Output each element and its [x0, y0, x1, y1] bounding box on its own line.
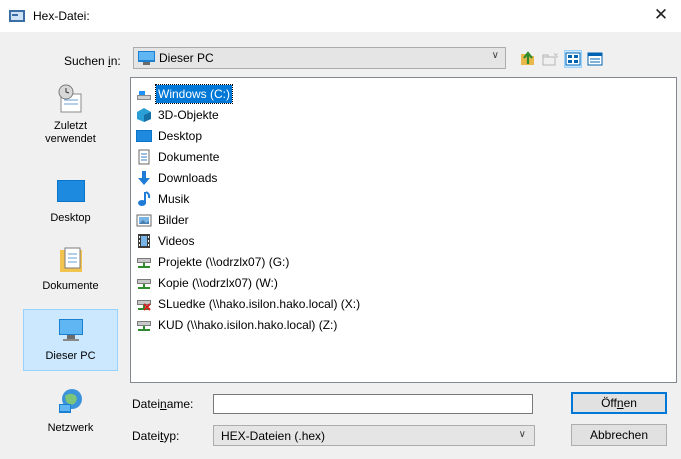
- network-icon: [58, 389, 82, 413]
- up-folder-icon[interactable]: [519, 50, 537, 68]
- lookin-label: Suchen in:: [64, 54, 121, 68]
- filename-label: Dateiname:: [132, 397, 194, 411]
- window-title: Hex-Datei:: [33, 9, 90, 23]
- pictures-icon: [136, 214, 152, 227]
- lookin-combo[interactable]: Dieser PC ∨: [133, 47, 506, 69]
- app-icon: [9, 10, 25, 22]
- place-desktop[interactable]: Desktop: [23, 176, 118, 228]
- network-drive-icon: [137, 321, 151, 331]
- close-icon: ✕: [653, 5, 669, 25]
- network-drive-icon: [137, 258, 151, 268]
- chevron-down-icon: ∨: [518, 429, 526, 440]
- open-button[interactable]: Öffnen: [571, 392, 667, 414]
- place-this-pc[interactable]: Dieser PC: [23, 309, 118, 371]
- place-recent[interactable]: Zuletzt verwendet: [23, 84, 118, 145]
- view-details-icon[interactable]: [586, 50, 604, 68]
- desktop-icon: [56, 180, 85, 202]
- cancel-button[interactable]: Abbrechen: [571, 424, 667, 446]
- view-tiles-button[interactable]: [564, 50, 582, 68]
- documents-folder-icon: [138, 149, 150, 165]
- lookin-value: Dieser PC: [159, 51, 214, 65]
- filetype-combo[interactable]: HEX-Dateien (.hex) ∨: [213, 425, 535, 446]
- filetype-label: Dateityp:: [132, 429, 180, 443]
- place-network[interactable]: Netzwerk: [23, 386, 118, 438]
- videos-icon: [138, 234, 150, 248]
- drive-icon: [137, 91, 151, 100]
- recent-icon: [58, 84, 81, 113]
- chevron-down-icon: ∨: [491, 50, 499, 61]
- documents-icon: [59, 247, 82, 272]
- file-list[interactable]: Windows (C:) 3D-Objekte Desktop Dokument…: [130, 77, 677, 383]
- filename-input[interactable]: [213, 394, 533, 414]
- 3d-objects-icon: [137, 108, 151, 122]
- network-drive-icon: [137, 279, 151, 289]
- downloads-icon: [138, 171, 150, 185]
- computer-icon: [138, 51, 155, 65]
- view-tiles-icon: [565, 52, 581, 66]
- computer-icon: [58, 319, 83, 341]
- music-icon: [138, 191, 151, 206]
- desktop-folder-icon: [136, 130, 152, 142]
- disconnected-network-drive-icon: [137, 300, 151, 311]
- places-bar: Zuletzt verwendet Desktop Dokumente Dies…: [4, 76, 122, 446]
- close-button[interactable]: ✕: [641, 0, 681, 32]
- place-documents[interactable]: Dokumente: [23, 244, 118, 296]
- new-folder-icon[interactable]: [541, 50, 559, 68]
- title-bar: Hex-Datei: ✕: [0, 0, 681, 32]
- filetype-value: HEX-Dateien (.hex): [221, 429, 326, 443]
